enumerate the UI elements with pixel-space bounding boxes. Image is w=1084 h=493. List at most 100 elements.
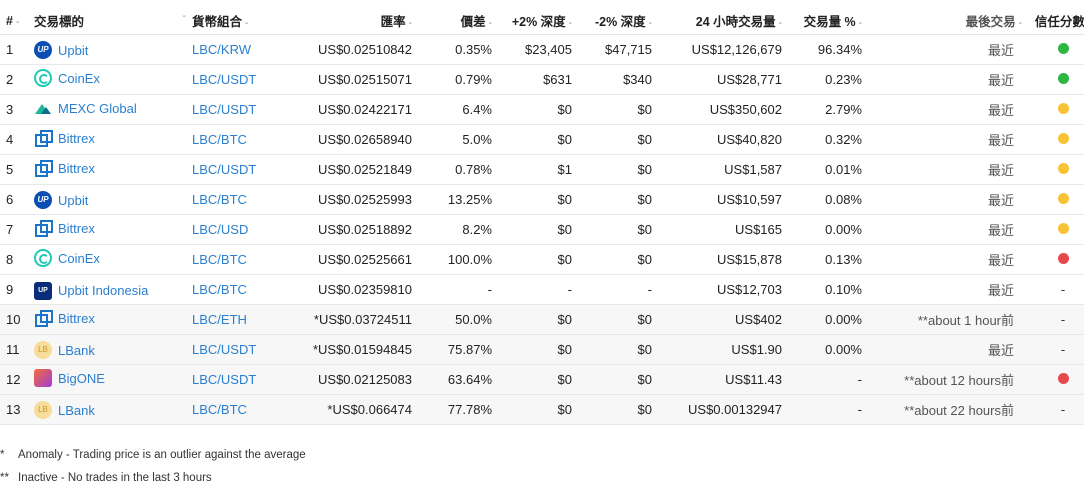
- pair-link[interactable]: LBC/ETH: [192, 312, 247, 327]
- exchange-link[interactable]: BigONE: [58, 371, 105, 386]
- sort-icon: -: [568, 18, 572, 29]
- volume-cell: US$12,126,679: [658, 34, 788, 65]
- pair-link[interactable]: LBC/USDT: [192, 102, 256, 117]
- bittrex-logo-icon: [34, 219, 53, 237]
- bittrex-logo-icon: [34, 159, 53, 177]
- spread-cell: 0.35%: [418, 34, 498, 65]
- trust-score-cell: -: [1028, 394, 1084, 425]
- last-traded-cell: 最近: [868, 274, 1028, 305]
- exchange-link[interactable]: LBank: [58, 343, 95, 358]
- trust-score-cell: -: [1028, 334, 1084, 365]
- mexc-logo-icon: [34, 99, 52, 117]
- table-body: 1 UP Upbit LBC/KRW US$0.02510842 0.35% $23,405…: [0, 34, 1084, 425]
- row-rank: 13: [0, 394, 30, 425]
- exchange-cell: Bittrex: [30, 214, 190, 245]
- last-traded-cell: 最近: [868, 94, 1028, 125]
- depth-pos-cell: $1: [498, 154, 578, 185]
- pair-link[interactable]: LBC/BTC: [192, 252, 247, 267]
- upbitid-logo-icon: UP: [34, 281, 52, 300]
- table-header-row: # - 交易標的 - 貨幣組合 - 匯率 - 價差 - +2% 深度 - -2% 深度 - 2…: [0, 7, 1084, 35]
- sort-icon: -: [488, 18, 492, 29]
- pair-link[interactable]: LBC/BTC: [192, 132, 247, 147]
- volume-pct-cell: 0.13%: [788, 244, 868, 275]
- pair-link[interactable]: LBC/BTC: [192, 402, 247, 417]
- depth-pos-cell: $0: [498, 244, 578, 275]
- volume-cell: US$1.90: [658, 334, 788, 365]
- depth-pos-cell: $0: [498, 214, 578, 245]
- exchange-link[interactable]: Bittrex: [58, 311, 95, 326]
- trust-score-yellow-icon: [1057, 163, 1069, 174]
- price-cell: US$0.02515071: [310, 64, 418, 95]
- row-rank: 7: [0, 214, 30, 245]
- header-last-traded[interactable]: 最後交易 -: [868, 7, 1028, 35]
- exchange-link[interactable]: CoinEx: [58, 251, 100, 266]
- trust-score-cell: [1028, 184, 1084, 215]
- volume-cell: US$15,878: [658, 244, 788, 275]
- row-rank: 3: [0, 94, 30, 125]
- header-num[interactable]: # -: [0, 7, 30, 35]
- depth-pos-cell: -: [498, 274, 578, 305]
- last-traded-cell: 最近: [868, 184, 1028, 215]
- last-traded-cell: 最近: [868, 34, 1028, 65]
- price-cell: US$0.02658940: [310, 124, 418, 155]
- header-trust[interactable]: 信任分數-: [1028, 7, 1084, 35]
- pair-link[interactable]: LBC/BTC: [192, 282, 247, 297]
- trust-score-cell: [1028, 214, 1084, 245]
- exchange-link[interactable]: Bittrex: [58, 221, 95, 236]
- price-cell: US$0.02510842: [310, 34, 418, 65]
- exchange-link[interactable]: Bittrex: [58, 161, 95, 176]
- exchange-link[interactable]: Bittrex: [58, 131, 95, 146]
- trust-score-cell: [1028, 154, 1084, 185]
- header-pair[interactable]: 貨幣組合 -: [190, 7, 310, 35]
- pair-link[interactable]: LBC/USDT: [192, 72, 256, 87]
- last-traded-cell: **about 12 hours前: [868, 364, 1028, 395]
- sort-icon: -: [1018, 18, 1022, 29]
- pair-link[interactable]: LBC/KRW: [192, 42, 251, 57]
- pair-link[interactable]: LBC/USDT: [192, 342, 256, 357]
- pair-link[interactable]: LBC/USDT: [192, 162, 256, 177]
- pair-cell: LBC/KRW: [190, 34, 310, 65]
- bigone-logo-icon: [34, 369, 52, 387]
- table-row: 11 LB LBank LBC/USDT *US$0.01594845 75.87% $0 $…: [0, 334, 1084, 365]
- trust-score-green-icon: [1057, 73, 1069, 84]
- last-traded-cell: 最近: [868, 214, 1028, 245]
- exchange-link[interactable]: Upbit Indonesia: [58, 283, 148, 298]
- exchange-link[interactable]: Upbit: [58, 43, 88, 58]
- header-spread[interactable]: 價差 -: [418, 7, 498, 35]
- exchange-link[interactable]: Upbit: [58, 193, 88, 208]
- exchange-cell: MEXC Global: [30, 94, 190, 125]
- trust-none: -: [1060, 402, 1066, 417]
- pair-link[interactable]: LBC/USDT: [192, 372, 256, 387]
- exchange-cell: BigONE: [30, 364, 190, 395]
- last-traded-cell: 最近: [868, 124, 1028, 155]
- pair-link[interactable]: LBC/BTC: [192, 192, 247, 207]
- table-row: 4 Bittrex LBC/BTC US$0.02658940 5.0% $0 $0 US$4…: [0, 124, 1084, 155]
- pair-cell: LBC/BTC: [190, 184, 310, 215]
- spread-cell: 6.4%: [418, 94, 498, 125]
- price-cell: *US$0.03724511: [310, 304, 418, 335]
- depth-pos-cell: $631: [498, 64, 578, 95]
- sort-icon: -: [245, 18, 249, 29]
- volume-pct-cell: 0.00%: [788, 214, 868, 245]
- pair-cell: LBC/BTC: [190, 244, 310, 275]
- header-price[interactable]: 匯率 -: [310, 7, 418, 35]
- exchange-link[interactable]: CoinEx: [58, 71, 100, 86]
- header-exchange[interactable]: 交易標的 -: [30, 7, 190, 35]
- exchange-link[interactable]: MEXC Global: [58, 101, 137, 116]
- header-volume[interactable]: 24 小時交易量 -: [658, 7, 788, 35]
- lbank-logo-icon: LB: [34, 341, 52, 359]
- table-row: 12 BigONE LBC/USDT US$0.02125083 63.64% $0 $0 U…: [0, 364, 1084, 395]
- coinex-logo-icon: [34, 69, 52, 87]
- header-depth-pos[interactable]: +2% 深度 -: [498, 7, 578, 35]
- table-row: 6 UP Upbit LBC/BTC US$0.02525993 13.25% $0 $0 US…: [0, 184, 1084, 215]
- header-depth-neg[interactable]: -2% 深度 -: [578, 7, 658, 35]
- volume-cell: US$1,587: [658, 154, 788, 185]
- spread-cell: 8.2%: [418, 214, 498, 245]
- exchange-link[interactable]: LBank: [58, 403, 95, 418]
- table-row: 1 UP Upbit LBC/KRW US$0.02510842 0.35% $23,405…: [0, 34, 1084, 65]
- exchange-cell: CoinEx: [30, 64, 190, 95]
- header-volume-pct[interactable]: 交易量 % -: [788, 7, 868, 35]
- volume-cell: US$350,602: [658, 94, 788, 125]
- pair-link[interactable]: LBC/USD: [192, 222, 248, 237]
- table-row: 8 CoinEx LBC/BTC US$0.02525661 100.0% $0 $0 US$…: [0, 244, 1084, 275]
